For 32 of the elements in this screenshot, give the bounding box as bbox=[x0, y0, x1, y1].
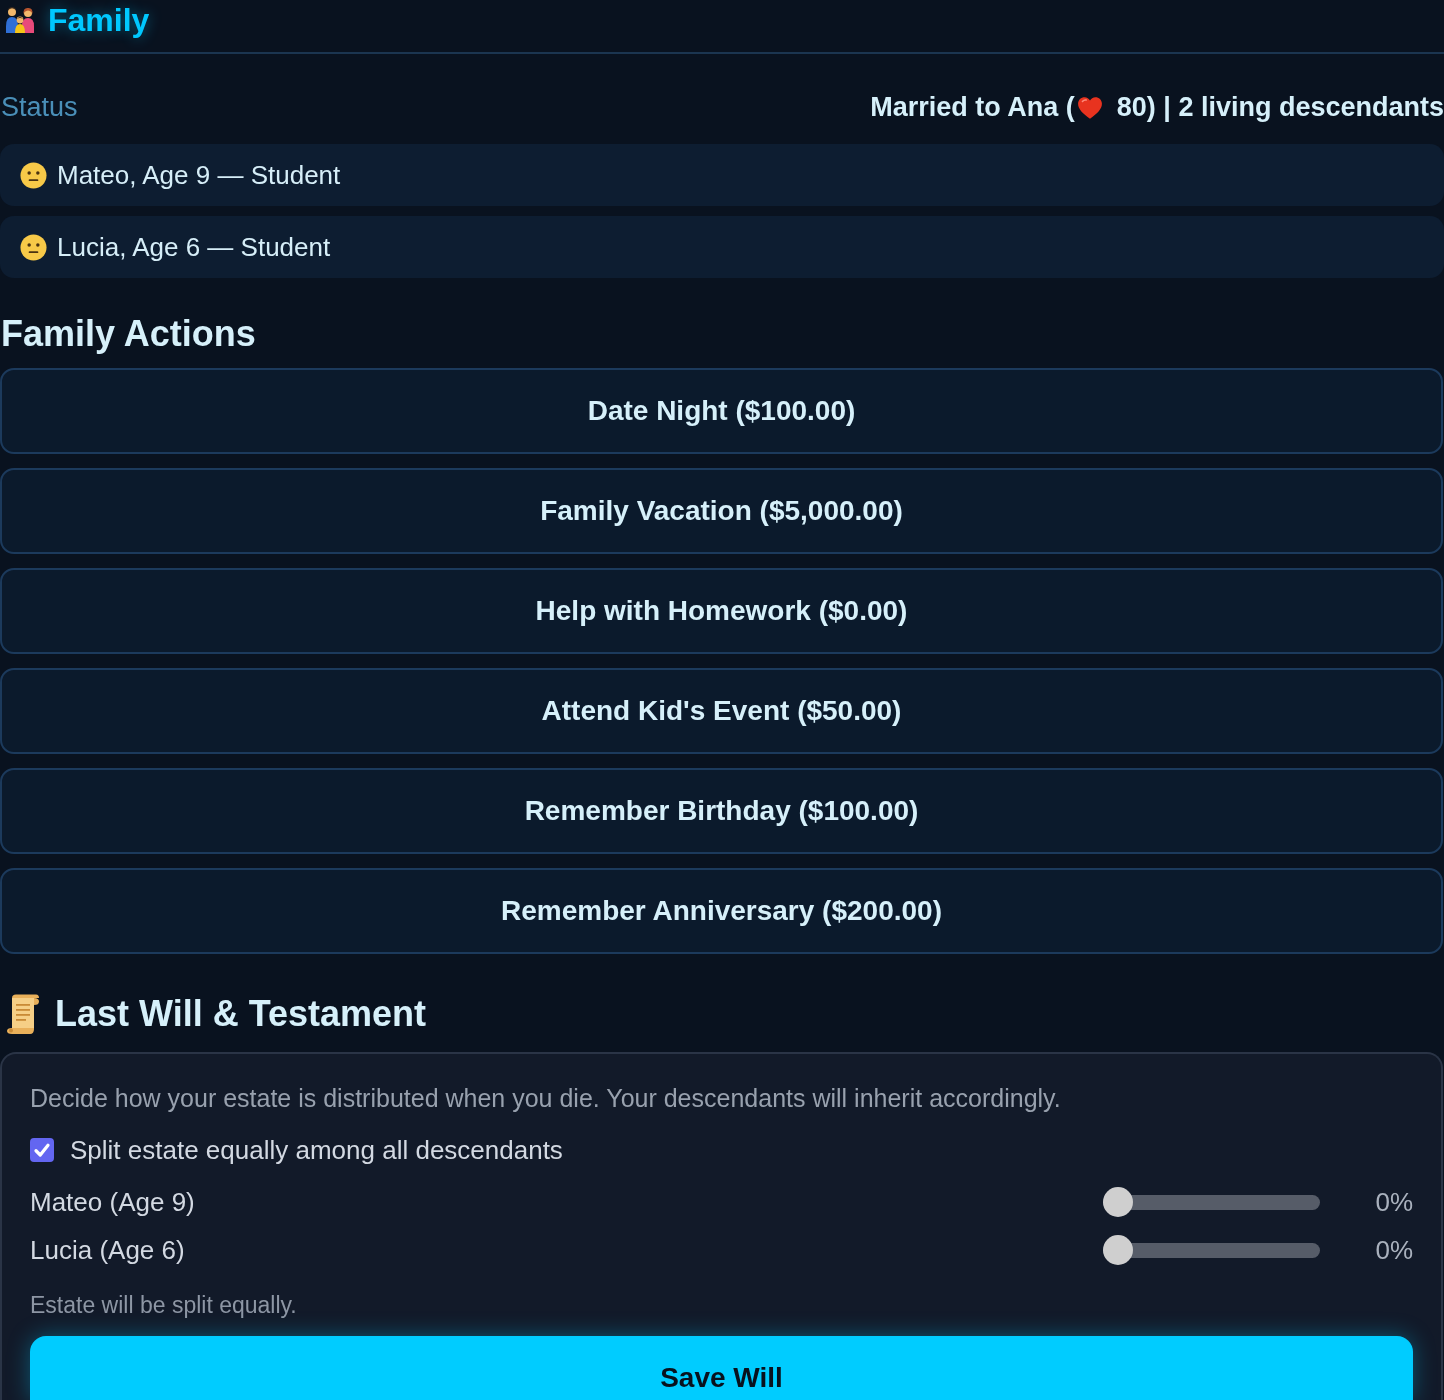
checkbox[interactable] bbox=[30, 1138, 54, 1162]
scroll-icon bbox=[5, 994, 41, 1034]
slider-thumb[interactable] bbox=[1103, 1235, 1133, 1265]
slider-thumb[interactable] bbox=[1103, 1187, 1133, 1217]
status-text: Married to Ana ( bbox=[870, 92, 1075, 123]
action-button[interactable]: Attend Kid's Event ($50.00) bbox=[0, 668, 1443, 754]
child-text: Mateo, Age 9 — Student bbox=[57, 159, 341, 191]
section-heading: Last Will & Testament bbox=[55, 994, 427, 1034]
section-heading: Family Actions bbox=[0, 314, 257, 354]
action-button[interactable]: Help with Homework ($0.00) bbox=[0, 568, 1443, 654]
checkbox-label: Split estate equally among all descendants bbox=[70, 1134, 563, 1166]
family-icon bbox=[4, 6, 36, 34]
heir-name: Lucia (Age 6) bbox=[30, 1234, 186, 1266]
share-slider[interactable] bbox=[1103, 1235, 1320, 1265]
action-button[interactable]: Remember Anniversary ($200.00) bbox=[0, 868, 1443, 954]
status-label: Status bbox=[0, 92, 78, 123]
action-button[interactable]: Date Night ($100.00) bbox=[0, 368, 1443, 454]
child-text: Lucia, Age 6 — Student bbox=[57, 231, 331, 263]
heir-name: Mateo (Age 9) bbox=[30, 1186, 196, 1218]
save-will-button[interactable]: Save Will bbox=[30, 1336, 1413, 1400]
will-note: Estate will be split equally. bbox=[30, 1291, 298, 1319]
neutral-face-icon bbox=[20, 233, 47, 261]
status-text: 80) | 2 living descendants bbox=[1116, 92, 1444, 123]
share-slider[interactable] bbox=[1103, 1187, 1320, 1217]
share-reading: 0% bbox=[1374, 1186, 1413, 1218]
will-description: Decide how your estate is distributed when you die. Your descendants will inherit accordingly. bbox=[30, 1083, 1062, 1114]
page-title: Family bbox=[48, 1, 150, 40]
neutral-face-icon bbox=[20, 161, 47, 189]
share-reading: 0% bbox=[1374, 1234, 1413, 1266]
action-button[interactable]: Family Vacation ($5,000.00) bbox=[0, 468, 1443, 554]
action-button[interactable]: Remember Birthday ($100.00) bbox=[0, 768, 1443, 854]
heart-icon bbox=[1076, 95, 1103, 120]
